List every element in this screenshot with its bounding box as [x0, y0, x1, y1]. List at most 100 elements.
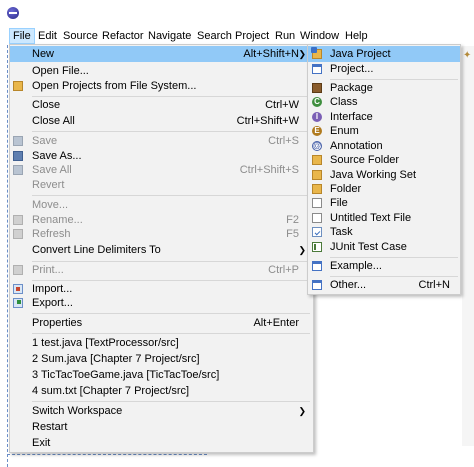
shortcut-label: Ctrl+Shift+S — [239, 164, 299, 176]
menubar-project[interactable]: Project — [232, 29, 272, 43]
selection-outline — [7, 45, 8, 467]
save-icon — [13, 136, 23, 146]
submenu-arrow-icon: ❯ — [298, 406, 306, 416]
new-task[interactable]: Task — [308, 224, 460, 240]
new-example[interactable]: Example... — [308, 258, 460, 274]
interface-icon: I — [312, 112, 322, 122]
new-project[interactable]: Project... — [308, 61, 460, 77]
pin-icon: ✦ — [463, 50, 472, 61]
background-editor-area — [462, 46, 474, 446]
new-junit-test-case[interactable]: JUnit Test Case — [308, 239, 460, 255]
enum-icon: E — [312, 126, 322, 136]
menu-item-label: Class — [330, 96, 358, 108]
submenu-arrow-icon: ❯ — [298, 245, 306, 255]
menu-item-close[interactable]: Close Ctrl+W — [10, 97, 313, 113]
other-wizard-icon — [312, 280, 322, 290]
new-submenu: Java Project Project... Package C Class … — [307, 44, 461, 295]
shortcut-label: Alt+Shift+N — [243, 48, 299, 60]
menu-item-label: Refresh — [32, 228, 71, 240]
menu-item-move[interactable]: Move... — [10, 197, 313, 213]
recent-file-1[interactable]: 1 test.java [TextProcessor/src] — [10, 335, 313, 351]
menubar-file[interactable]: File — [9, 28, 35, 44]
recent-file-2[interactable]: 2 Sum.java [Chapter 7 Project/src] — [10, 351, 313, 367]
recent-file-3[interactable]: 3 TicTacToeGame.java [TicTacToe/src] — [10, 367, 313, 383]
menubar-help[interactable]: Help — [342, 29, 371, 43]
shortcut-label: F5 — [286, 228, 299, 240]
menu-item-label: Save — [32, 135, 58, 147]
menu-item-label: Example... — [330, 260, 382, 272]
refresh-icon — [13, 229, 23, 239]
print-icon — [13, 265, 23, 275]
save-all-icon — [13, 165, 23, 175]
menu-item-label: Open Projects from File System... — [32, 80, 197, 92]
menu-item-new[interactable]: New Alt+Shift+N ❯ — [10, 46, 313, 62]
menu-item-open-projects[interactable]: Open Projects from File System... — [10, 78, 313, 94]
menu-separator — [32, 333, 310, 334]
title-bar — [0, 0, 474, 26]
save-as-icon — [13, 151, 23, 161]
eclipse-logo-icon — [7, 7, 19, 19]
menu-item-label: JUnit Test Case — [330, 241, 407, 253]
menu-item-label: Enum — [330, 125, 359, 137]
menubar-edit[interactable]: Edit — [35, 29, 60, 43]
submenu-arrow-icon: ❯ — [298, 49, 306, 59]
menu-item-exit[interactable]: Exit — [10, 435, 313, 451]
text-file-icon — [312, 213, 322, 223]
shortcut-label: Ctrl+W — [265, 99, 299, 111]
package-icon — [312, 83, 322, 93]
new-other[interactable]: Other... Ctrl+N — [308, 277, 460, 293]
shortcut-label: Ctrl+Shift+W — [236, 115, 299, 127]
new-java-project[interactable]: Java Project — [308, 46, 460, 62]
example-icon — [312, 261, 322, 271]
menubar-refactor[interactable]: Refactor — [99, 29, 147, 43]
menu-item-open-file[interactable]: Open File... — [10, 63, 313, 79]
menu-item-print[interactable]: Print... Ctrl+P — [10, 262, 313, 278]
menu-item-save[interactable]: Save Ctrl+S — [10, 133, 313, 149]
menu-separator — [32, 313, 310, 314]
menu-item-label: 1 test.java [TextProcessor/src] — [32, 337, 179, 349]
menu-item-label: File — [330, 197, 348, 209]
import-icon — [13, 284, 23, 294]
menu-separator — [32, 131, 310, 132]
menu-item-label: Close All — [32, 115, 75, 127]
java-project-icon — [311, 47, 322, 59]
menu-item-restart[interactable]: Restart — [10, 419, 313, 435]
junit-icon — [312, 242, 322, 252]
menubar-source[interactable]: Source — [60, 29, 101, 43]
shortcut-label: Ctrl+N — [418, 279, 450, 291]
menu-item-label: Restart — [32, 421, 68, 433]
recent-file-4[interactable]: 4 sum.txt [Chapter 7 Project/src] — [10, 383, 313, 399]
export-icon — [13, 298, 23, 308]
task-icon — [312, 227, 322, 237]
menu-item-label: 4 sum.txt [Chapter 7 Project/src] — [32, 385, 190, 397]
menu-item-label: Open File... — [32, 65, 89, 77]
menu-item-label: Convert Line Delimiters To — [32, 244, 161, 256]
new-class[interactable]: C Class — [308, 94, 460, 110]
source-folder-icon — [312, 155, 322, 165]
new-file[interactable]: File — [308, 195, 460, 211]
menu-item-refresh[interactable]: Refresh F5 — [10, 226, 313, 242]
new-source-folder[interactable]: Source Folder — [308, 152, 460, 168]
rename-icon — [13, 215, 23, 225]
menu-item-label: Exit — [32, 437, 51, 449]
menu-item-save-all[interactable]: Save All Ctrl+Shift+S — [10, 162, 313, 178]
menu-item-label: Properties — [32, 317, 83, 329]
shortcut-label: Ctrl+S — [268, 135, 299, 147]
menu-item-properties[interactable]: Properties Alt+Enter — [10, 315, 313, 331]
menu-item-revert[interactable]: Revert — [10, 177, 313, 193]
menu-item-label: New — [32, 48, 55, 60]
menubar-search[interactable]: Search — [194, 29, 235, 43]
menubar-run[interactable]: Run — [272, 29, 298, 43]
menu-item-label: Task — [330, 226, 353, 238]
menu-item-label: Project... — [330, 63, 374, 75]
menu-item-close-all[interactable]: Close All Ctrl+Shift+W — [10, 113, 313, 129]
menu-item-switch-workspace[interactable]: Switch Workspace ❯ — [10, 403, 313, 419]
menubar-window[interactable]: Window — [297, 29, 342, 43]
menubar-navigate[interactable]: Navigate — [145, 29, 194, 43]
menu-item-export[interactable]: Export... — [10, 295, 313, 311]
menu-item-label: Move... — [32, 199, 69, 211]
new-enum[interactable]: E Enum — [308, 123, 460, 139]
menu-bar: File Edit Source Refactor Navigate Searc… — [0, 27, 474, 45]
menu-item-convert-line-delimiters[interactable]: Convert Line Delimiters To ❯ — [10, 242, 313, 258]
menu-separator — [32, 195, 310, 196]
